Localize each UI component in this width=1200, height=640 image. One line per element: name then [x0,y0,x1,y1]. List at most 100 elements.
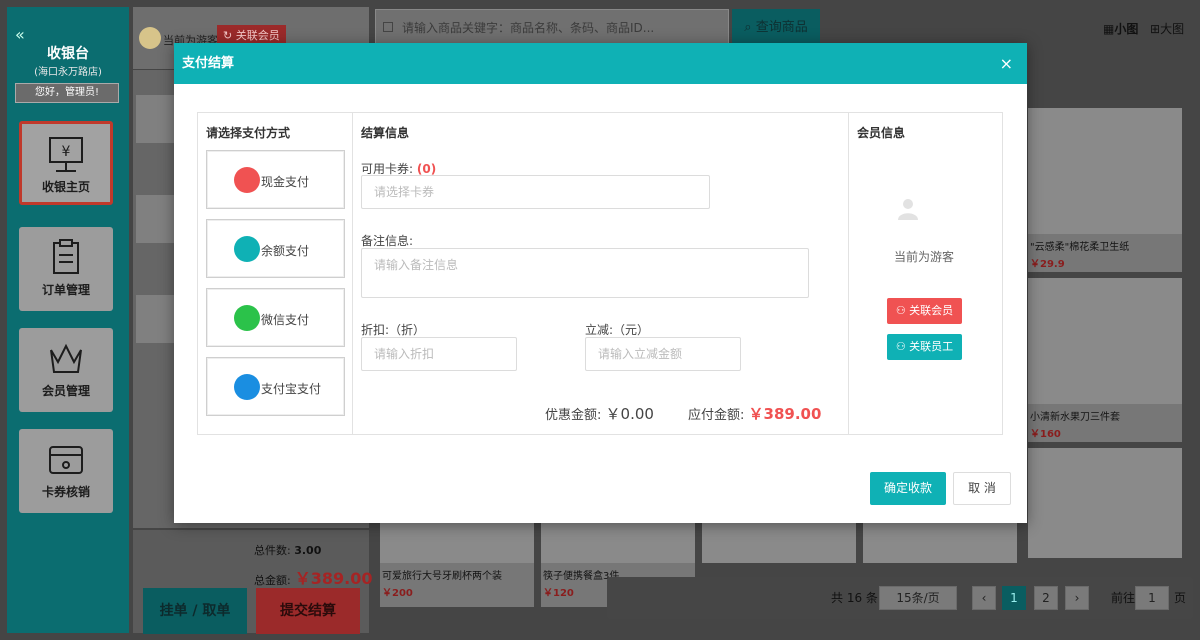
discount-label: 折扣:（折） [361,323,426,337]
pay-method-label: 支付宝支付 [261,382,322,396]
total-count: 总件数: 3.00 [254,542,321,558]
dialog-title: 支付结算 [182,56,235,71]
settle-section-title: 结算信息 [361,126,410,140]
dialog-header: 支付结算 × [174,43,1027,84]
view-big-label: 大图 [1160,22,1185,36]
cashier-icon: ¥ [49,137,83,172]
product-name: "云感柔"棉花柔卫生纸 [1030,242,1130,253]
sidebar-item-label: 订单管理 [41,283,90,297]
coupon-label-text: 可用卡券: [361,162,414,176]
pay-method-balance[interactable]: 余额支付 [206,219,345,278]
total-amount-value: ￥389.00 [294,569,373,588]
svg-text:¥: ¥ [62,144,71,160]
query-products-button[interactable]: ⌕ 查询商品 [732,9,820,47]
sidebar-item-label: 卡券核销 [41,485,90,499]
pay-method-wechat[interactable]: 微信支付 [206,288,345,347]
per-page-select[interactable]: 15条/页 [879,586,957,610]
card-icon [49,446,83,474]
hang-order-button[interactable]: 挂单 / 取单 [143,588,247,634]
user-avatar-icon [898,199,918,220]
link-member-btn-label: 关联会员 [909,304,954,317]
pay-section-title: 请选择支付方式 [206,126,291,140]
pay-method-cash[interactable]: 现金支付 [206,150,345,209]
pagination: 共 16 条 15条/页 ‹ 1 2 › 前往 1 页 [607,577,1193,619]
avatar [139,27,161,49]
discount-amount-value: ￥0.00 [605,405,654,423]
goto-page-input[interactable]: 1 [1135,586,1169,610]
sidebar: « 收银台 (海口永万路店) 您好，管理员! ¥ 收银主页 订单管理 会员管理 … [7,7,129,633]
search-input[interactable]: 请输入商品关键字：商品名称、条码、商品ID... [375,9,729,47]
product-name: 小清新水果刀三件套 [1030,412,1120,423]
wechat-icon [234,305,260,331]
wallet-icon [234,236,260,262]
coupon-count: (0) [416,162,437,176]
prev-page-button[interactable]: ‹ [972,586,996,610]
pay-method-alipay[interactable]: 支付宝支付 [206,357,345,416]
total-amount: 总金额: ￥389.00 [254,565,372,589]
view-small-button[interactable]: ▦小图 [1103,20,1138,37]
product-card[interactable] [1028,448,1182,558]
store-name: (海口永万路店) [34,67,102,78]
product-card[interactable] [863,523,1017,563]
sidebar-item-cashier-home[interactable]: ¥ 收银主页 [19,121,113,205]
sidebar-item-members[interactable]: 会员管理 [19,328,113,412]
link-member-button[interactable]: ⚇ 关联会员 [887,298,962,324]
discount-input[interactable]: 请输入折扣 [361,337,517,371]
product-price: ￥200 [382,588,413,599]
cart-item-thumb [136,195,176,243]
remark-label: 备注信息: [361,234,414,248]
reduce-label: 立减:（元） [585,323,650,337]
product-name: 可爱旅行大号牙刷杯两个装 [382,571,502,582]
total-count-label: 总件数: [254,544,291,557]
member-guest-text: 当前为游客 [893,250,954,264]
product-card[interactable]: "云感柔"棉花柔卫生纸 ￥29.9 [1028,108,1182,272]
sidebar-item-coupons[interactable]: 卡券核销 [19,429,113,513]
confirm-payment-button[interactable]: 确定收款 [870,472,946,505]
member-section-title: 会员信息 [857,126,906,140]
total-count-value: 3.00 [294,544,322,557]
pay-method-label: 微信支付 [261,313,310,327]
product-card[interactable]: 可爱旅行大号牙刷杯两个装 ￥200 [380,523,534,607]
view-big-button[interactable]: ⊞大图 [1150,20,1184,37]
page-1-button[interactable]: 1 [1002,586,1026,610]
goto-label: 前往 [1111,591,1136,605]
dialog-body: 请选择支付方式 现金支付 余额支付 微信支付 支付宝支付 结算信息 可用卡券: … [197,112,1003,435]
product-card[interactable] [702,523,856,563]
link-member-label: 关联会员 [235,29,280,42]
coupon-select[interactable]: 请选择卡券 [361,175,710,209]
member-info-column: 会员信息 [848,113,1002,434]
view-small-label: 小图 [1114,22,1139,36]
page-2-button[interactable]: 2 [1034,586,1058,610]
pagination-total: 共 16 条 [831,591,878,605]
close-icon[interactable]: × [1000,43,1013,84]
product-image [863,523,1017,563]
remark-textarea[interactable]: 请输入备注信息 [361,248,809,298]
sidebar-item-orders[interactable]: 订单管理 [19,227,113,311]
crown-icon [50,343,82,373]
next-page-button[interactable]: › [1065,586,1089,610]
scan-icon [383,22,393,32]
collapse-icon[interactable]: « [15,25,25,44]
payment-methods-column: 请选择支付方式 现金支付 余额支付 微信支付 支付宝支付 [198,113,353,434]
sidebar-title: 收银台 [47,46,89,62]
discount-amount: 优惠金额: ￥0.00 [545,403,654,424]
cart-item-thumb [136,295,176,343]
query-label: 查询商品 [755,20,808,35]
payable-amount: 应付金额: ￥389.00 [688,403,821,424]
clipboard-icon [53,239,79,274]
product-card[interactable]: 小清新水果刀三件套 ￥160 [1028,278,1182,442]
link-staff-button[interactable]: ⚇ 关联员工 [887,334,962,360]
cancel-button[interactable]: 取 消 [953,472,1011,505]
product-image [1028,278,1182,404]
pay-method-label: 现金支付 [261,175,310,189]
payable-value: ￥389.00 [748,405,822,423]
cart-item-thumb [136,95,176,143]
page-suffix: 页 [1174,591,1187,605]
reduce-input[interactable]: 请输入立减金额 [585,337,741,371]
product-image [1028,448,1182,558]
alipay-icon [234,374,260,400]
cash-icon [234,167,260,193]
product-price: ￥29.9 [1030,259,1065,270]
submit-settlement-button[interactable]: 提交结算 [256,588,360,634]
product-image [702,523,856,563]
